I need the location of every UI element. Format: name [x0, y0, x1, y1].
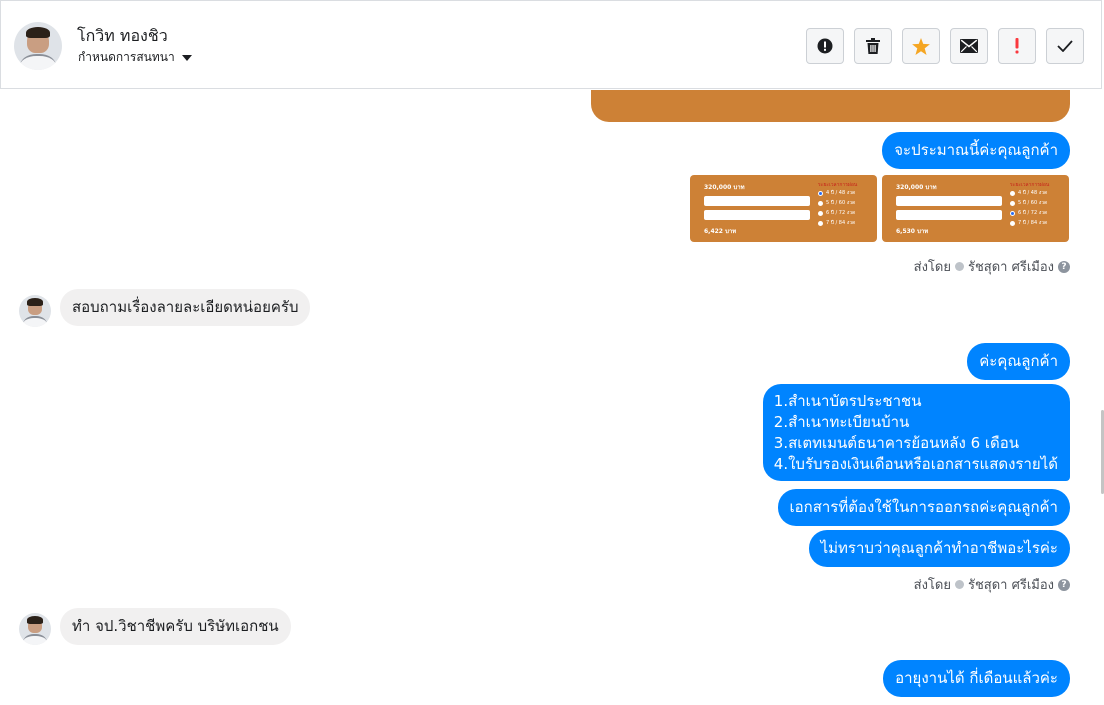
outgoing-message[interactable]: ค่ะคุณลูกค้า	[967, 343, 1070, 380]
mark-spam-button[interactable]	[806, 28, 844, 64]
agent-name: รัชสุดา ศรีเมือง	[967, 578, 1054, 593]
document-item: 4.ใบรับรองเงินเดือนหรือเอกสารแสดงรายได้	[773, 455, 1058, 473]
mark-done-button[interactable]	[1046, 28, 1084, 64]
sent-by-label: ส่งโดย	[913, 578, 951, 593]
sender-avatar[interactable]	[19, 613, 51, 645]
outgoing-message[interactable]: อายุงานได้ กี่เดือนแล้วค่ะ	[883, 660, 1070, 697]
term-option: 7 ปี / 84 งวด	[1010, 219, 1047, 227]
exclamation-icon	[1015, 38, 1019, 54]
trash-icon	[866, 38, 880, 54]
term-title: ระยะเวลาการผ่อน	[818, 182, 858, 188]
monthly-payment: 6,422 บาท	[704, 228, 737, 235]
help-icon[interactable]: ?	[1058, 578, 1070, 591]
outgoing-message[interactable]: จะประมาณนี้ค่ะคุณลูกค้า	[882, 132, 1070, 169]
mark-unread-button[interactable]	[950, 28, 988, 64]
term-option: 4 ปี / 48 งวด	[818, 189, 855, 197]
contact-name[interactable]: โกวิท ทองชิว	[77, 24, 168, 49]
term-option: 6 ปี / 72 งวด	[818, 209, 855, 217]
star-button[interactable]	[902, 28, 940, 64]
star-icon	[912, 37, 930, 55]
checkmark-icon	[1057, 40, 1073, 52]
term-option: 4 ปี / 48 งวด	[1010, 189, 1047, 197]
document-item: 3.สเตทเมนต์ธนาคารย้อนหลัง 6 เดือน	[773, 434, 1020, 452]
assign-conversation-dropdown[interactable]: กำหนดการสนทนา	[78, 48, 192, 67]
outgoing-message[interactable]: เอกสารที่ต้องใช้ในการออกรถค่ะคุณลูกค้า	[777, 489, 1070, 526]
agent-status-icon	[954, 580, 964, 589]
loan-amount: 320,000 บาท	[704, 184, 745, 191]
sender-avatar[interactable]	[19, 295, 51, 327]
envelope-icon	[960, 39, 978, 53]
term-option: 5 ปี / 60 งวด	[818, 199, 855, 207]
calc-input	[896, 196, 1002, 206]
calc-input	[704, 196, 810, 206]
loan-amount: 320,000 บาท	[896, 184, 937, 191]
agent-name: รัชสุดา ศรีเมือง	[967, 260, 1054, 275]
outgoing-message[interactable]: ไม่ทราบว่าคุณลูกค้าทำอาชีพอะไรค่ะ	[808, 530, 1070, 567]
incoming-message[interactable]: สอบถามเรื่องลายละเอียดหน่อยครับ	[60, 289, 311, 326]
conversation-header: โกวิท ทองชิว กำหนดการสนทนา	[0, 0, 1102, 89]
help-icon[interactable]: ?	[1058, 260, 1070, 273]
sent-by-info: ส่งโดย รัชสุดา ศรีเมือง ?	[914, 256, 1070, 277]
sent-by-label: ส่งโดย	[913, 260, 951, 275]
assign-label: กำหนดการสนทนา	[78, 50, 175, 64]
document-item: 2.สำเนาทะเบียนบ้าน	[773, 413, 910, 431]
term-option: 6 ปี / 72 งวด	[1010, 209, 1047, 217]
message-thread[interactable]: จะประมาณนี้ค่ะคุณลูกค้า 320,000 บาท 6,42…	[0, 90, 1104, 705]
media-message-tail[interactable]	[591, 90, 1070, 122]
outgoing-message-list[interactable]: 1.สำเนาบัตรประชาชน 2.สำเนาทะเบียนบ้าน 3.…	[762, 384, 1070, 481]
term-option: 5 ปี / 60 งวด	[1010, 199, 1047, 207]
loan-calc-image[interactable]: 320,000 บาท 6,530 บาท ระยะเวลาการผ่อน 4 …	[882, 175, 1069, 242]
contact-avatar[interactable]	[14, 22, 62, 70]
calc-input	[896, 210, 1002, 220]
delete-button[interactable]	[854, 28, 892, 64]
document-item: 1.สำเนาบัตรประชาชน	[773, 392, 922, 410]
follow-up-button[interactable]	[998, 28, 1036, 64]
alert-circle-icon	[817, 38, 833, 54]
term-title: ระยะเวลาการผ่อน	[1010, 182, 1050, 188]
calc-input	[704, 210, 810, 220]
caret-down-icon	[181, 54, 192, 61]
incoming-message[interactable]: ทำ จป.วิชาชีพครับ บริษัทเอกชน	[60, 608, 291, 645]
sent-by-info: ส่งโดย รัชสุดา ศรีเมือง ?	[914, 574, 1070, 595]
agent-status-icon	[954, 262, 964, 271]
term-option: 7 ปี / 84 งวด	[818, 219, 855, 227]
monthly-payment: 6,530 บาท	[896, 228, 929, 235]
loan-calc-image[interactable]: 320,000 บาท 6,422 บาท ระยะเวลาการผ่อน 4 …	[690, 175, 877, 242]
